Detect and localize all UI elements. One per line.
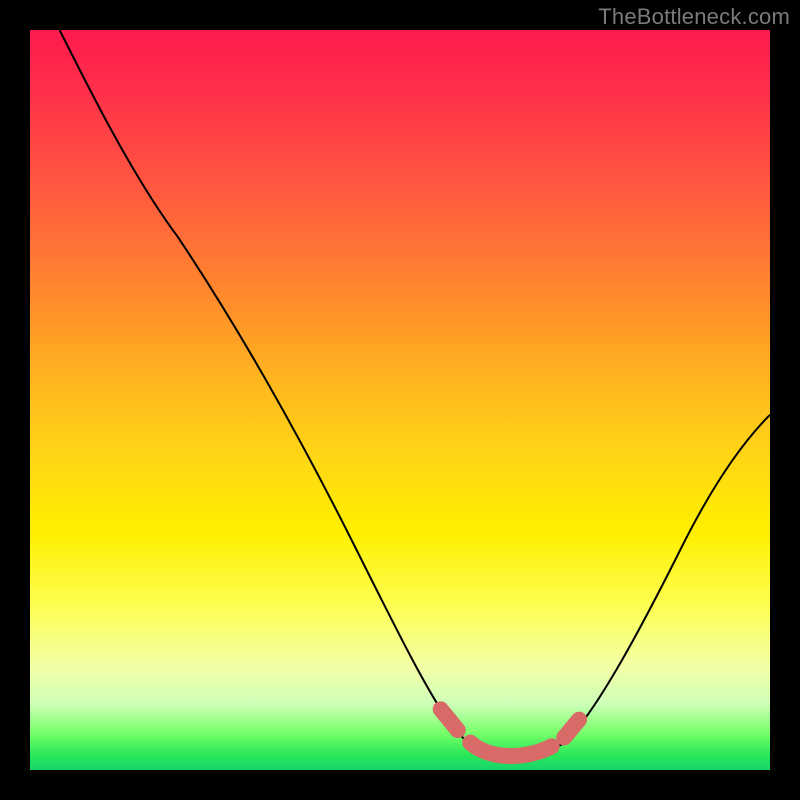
optimal-range-marker-left [441,709,458,730]
chart-frame: TheBottleneck.com [0,0,800,800]
optimal-range-marker-right [564,720,579,738]
chart-svg [30,30,770,770]
watermark-text: TheBottleneck.com [598,4,790,30]
optimal-range-marker [470,743,551,756]
plot-area [30,30,770,770]
bottleneck-curve [60,30,770,756]
